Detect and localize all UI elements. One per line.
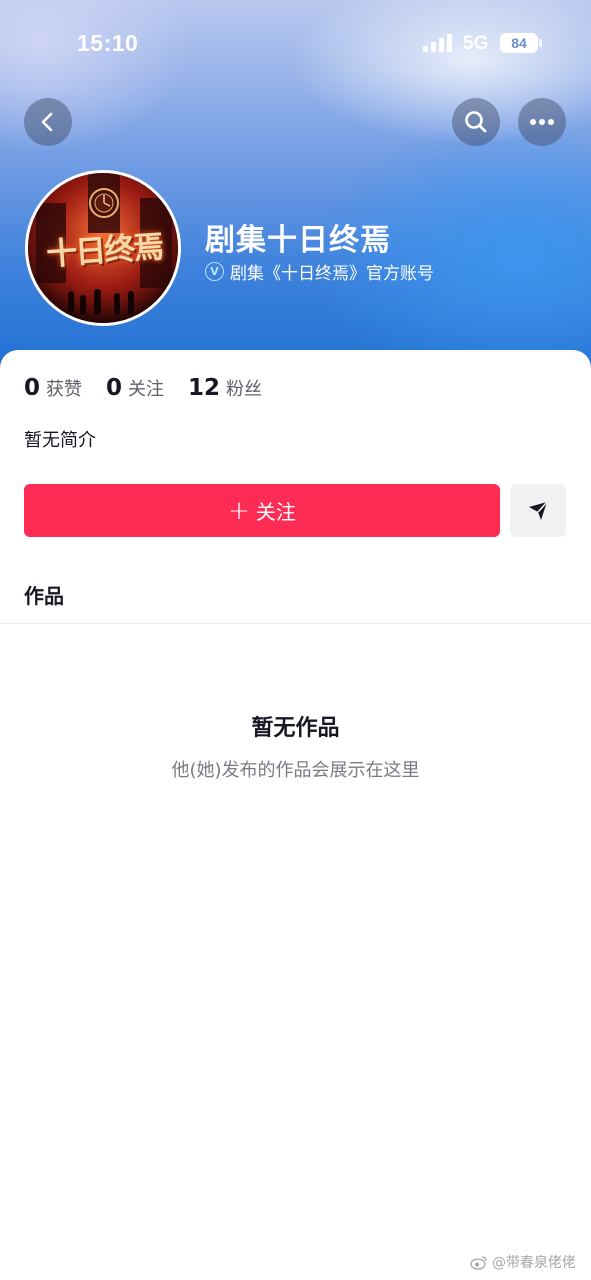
verification-row: V 剧集《十日终焉》官方账号 <box>205 259 434 284</box>
stat-label: 关注 <box>128 379 165 400</box>
battery-level: 84 <box>511 35 527 51</box>
battery-icon: 84 <box>500 33 538 53</box>
battery-tip <box>539 39 542 47</box>
tab-works[interactable]: 作品 <box>24 580 64 609</box>
stat-label: 粉丝 <box>226 379 263 400</box>
watermark-text: @带春泉佬佬 <box>492 1255 576 1271</box>
stat-value: 12 <box>188 375 221 401</box>
empty-state-title: 暂无作品 <box>251 716 340 741</box>
profile-name: 剧集十日终焉 <box>205 223 391 258</box>
more-horizontal-icon <box>530 119 554 125</box>
send-icon <box>529 500 548 520</box>
verified-icon: V <box>205 262 224 281</box>
stats-row: 0 获赞 0 关注 12 粉丝 <box>24 375 286 401</box>
back-button[interactable] <box>24 98 72 146</box>
tab-divider <box>0 623 591 624</box>
more-button[interactable] <box>518 98 566 146</box>
verification-label: 剧集《十日终焉》官方账号 <box>230 264 434 284</box>
chevron-left-icon <box>41 112 53 132</box>
bio-text: 暂无简介 <box>24 430 96 451</box>
follow-button[interactable]: + 关注 <box>24 484 500 537</box>
stat-value: 0 <box>24 375 41 401</box>
weibo-icon <box>470 1255 487 1270</box>
search-icon <box>465 111 487 133</box>
stat-label: 获赞 <box>46 379 83 400</box>
network-label: 5G <box>463 33 489 54</box>
stat-value: 0 <box>106 375 123 401</box>
follow-label: 关注 <box>255 500 296 524</box>
status-time: 15:10 <box>77 30 139 56</box>
watermark: @带春泉佬佬 <box>470 1252 576 1272</box>
signal-icon <box>423 34 453 52</box>
profile-page: 15:10 5G 84 十日终焉 剧集十日终焉 V 剧集《十日终焉》官方账号 0… <box>0 0 591 1280</box>
stat-following[interactable]: 0 关注 <box>106 375 164 401</box>
stat-likes[interactable]: 0 获赞 <box>24 375 82 401</box>
message-button[interactable] <box>510 484 566 537</box>
stat-followers[interactable]: 12 粉丝 <box>188 375 262 401</box>
search-button[interactable] <box>452 98 500 146</box>
empty-state-subtitle: 他(她)发布的作品会展示在这里 <box>171 760 420 781</box>
plus-icon: + <box>228 495 250 526</box>
avatar[interactable]: 十日终焉 <box>25 170 181 326</box>
